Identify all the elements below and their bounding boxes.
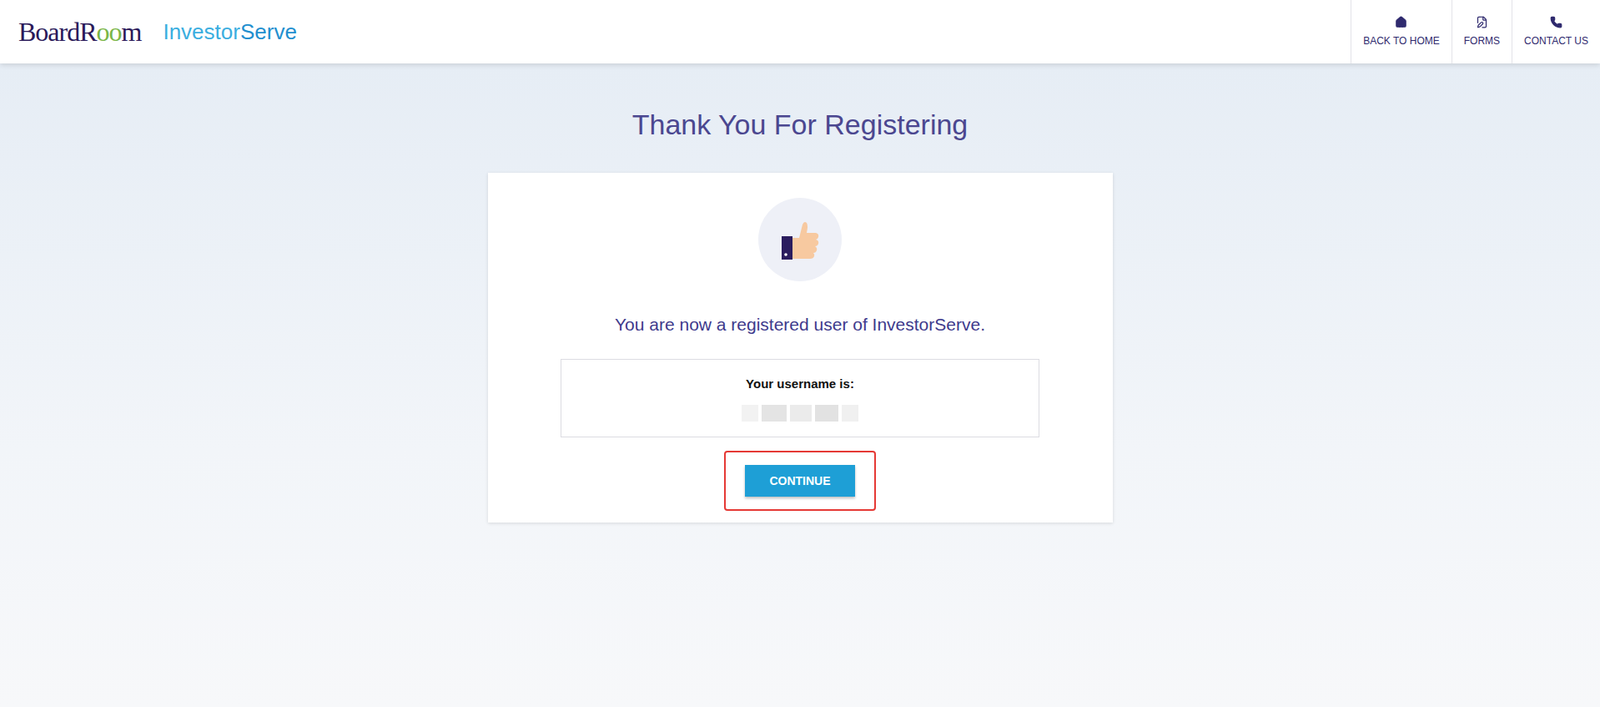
product-name: InvestorServe [162, 20, 297, 43]
page: BoardRoomInvestorServeBACK TO HOMEFORMSC… [0, 0, 1600, 707]
header: BoardRoom InvestorServe BACK TO HOMEFORMSC… [0, 0, 1600, 64]
continue-highlight: CONTINUE [724, 450, 876, 511]
username-box: Your username is: [560, 358, 1040, 438]
continue-button[interactable]: CONTINUE [744, 464, 856, 497]
brand: BoardRoom InvestorServe [0, 0, 297, 64]
thumbs-up-icon [758, 197, 842, 282]
page-title: Thank You For Registering [632, 106, 969, 143]
nav-item[interactable]: CONTACT US [1511, 0, 1600, 64]
form-icon [1475, 15, 1489, 29]
phone-icon [1549, 15, 1563, 29]
nav-item[interactable]: FORMS [1451, 0, 1512, 64]
home-icon [1394, 15, 1408, 29]
nav-item[interactable]: BACK TO HOME [1350, 0, 1452, 64]
confirmation-card: You are now a registered user of Investo… [488, 172, 1113, 524]
content-area: Thank You For Registering You are now a r… [0, 63, 1600, 707]
top-nav: BACK TO HOMEFORMSCONTACT US [1350, 0, 1600, 64]
boardroom-logo[interactable]: BoardRoom [18, 18, 141, 46]
username-value [741, 404, 859, 422]
success-message: You are now a registered user of Investo… [614, 311, 986, 338]
